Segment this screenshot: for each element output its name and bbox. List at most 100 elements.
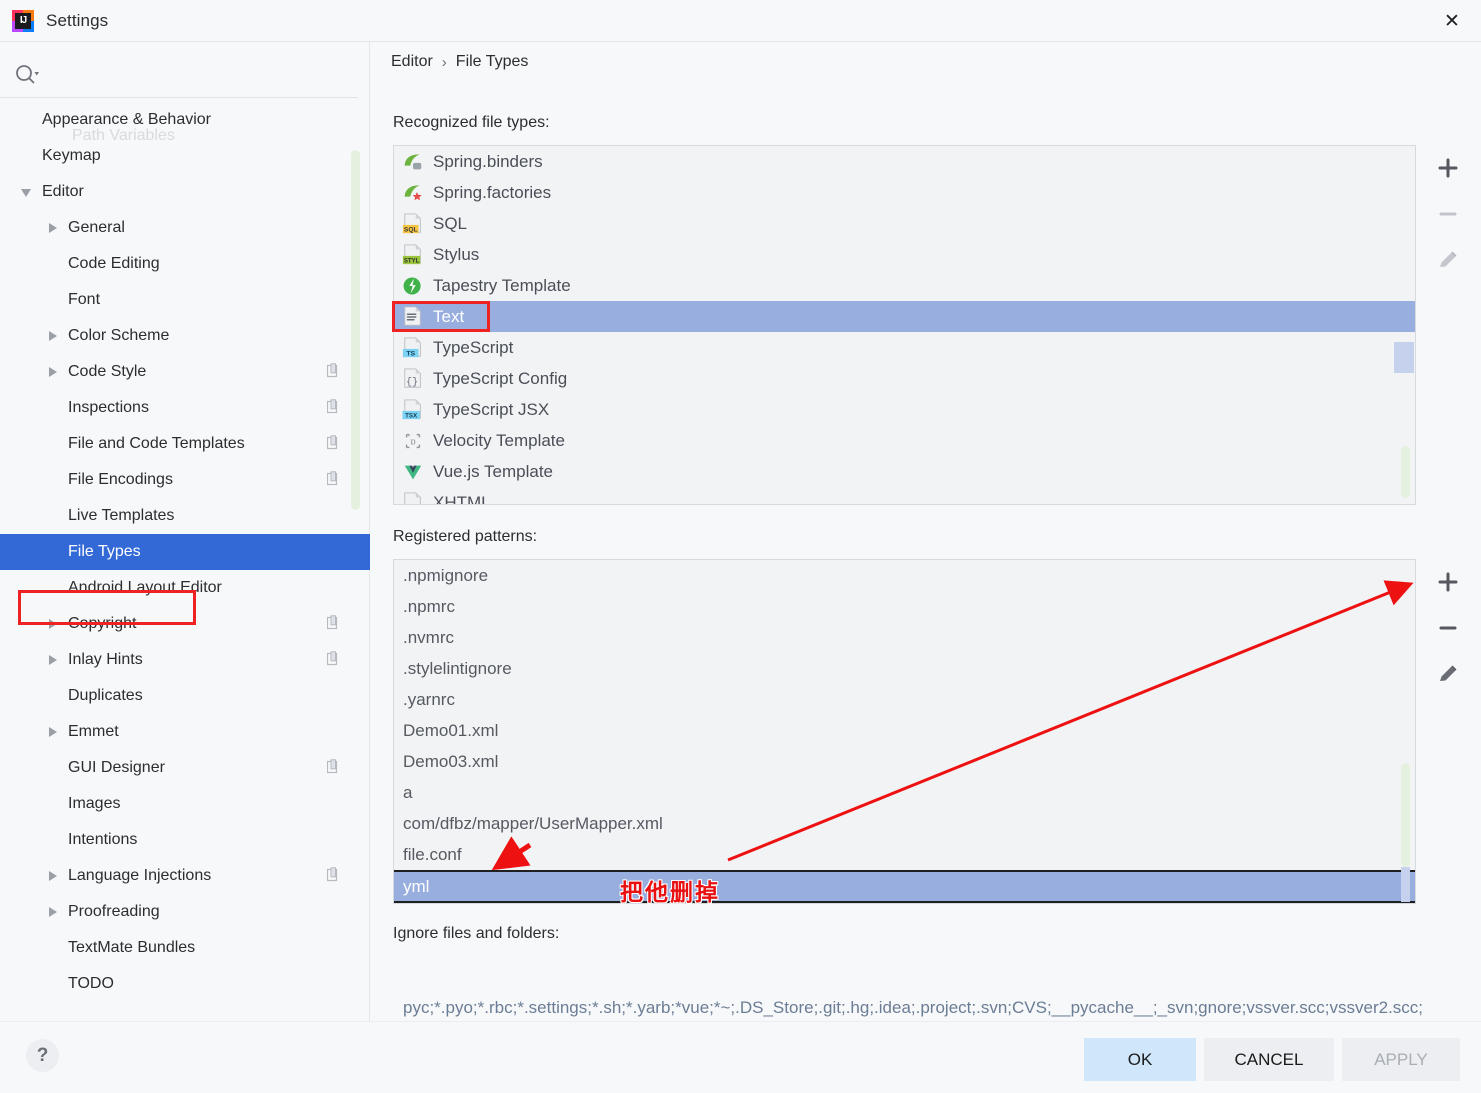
sidebar-item-color-scheme[interactable]: Color Scheme bbox=[0, 318, 370, 354]
chevron-right-icon[interactable] bbox=[44, 903, 62, 921]
pattern-row[interactable]: Demo03.xml bbox=[394, 746, 1415, 777]
pattern-value: .npmrc bbox=[403, 596, 455, 616]
sidebar-item-copyright[interactable]: Copyright bbox=[0, 606, 370, 642]
sidebar-item-appearance-behavior[interactable]: Appearance & Behavior bbox=[0, 102, 370, 138]
file-types-hscroll-thumb[interactable] bbox=[1394, 342, 1414, 373]
add-file-type-button[interactable] bbox=[1425, 145, 1471, 191]
file-type-row[interactable]: STYL Stylus bbox=[394, 239, 1415, 270]
sidebar-item-label: Code Editing bbox=[68, 255, 160, 272]
ignore-files-input[interactable] bbox=[401, 996, 1453, 1019]
chevron-right-icon[interactable] bbox=[44, 219, 62, 237]
dialog-footer: ? OK CANCEL APPLY CSDN @綠水長流*z bbox=[0, 1021, 1481, 1093]
sidebar-item-file-and-code-templates[interactable]: File and Code Templates bbox=[0, 426, 370, 462]
sidebar-item-gui-designer[interactable]: GUI Designer bbox=[0, 750, 370, 786]
file-type-row[interactable]: {} TypeScript Config bbox=[394, 363, 1415, 394]
chevron-right-icon[interactable] bbox=[44, 327, 62, 345]
pattern-row[interactable]: file.conf bbox=[394, 839, 1415, 870]
patterns-scrollbar-blue[interactable] bbox=[1401, 867, 1410, 902]
copy-settings-icon[interactable] bbox=[326, 435, 342, 450]
pattern-row[interactable]: .yarnrc bbox=[394, 684, 1415, 715]
file-type-row[interactable]: ́ɒ Velocity Template bbox=[394, 425, 1415, 456]
sidebar-item-code-editing[interactable]: Code Editing bbox=[0, 246, 370, 282]
file-type-row[interactable]: Vue.js Template bbox=[394, 456, 1415, 487]
sidebar-item-code-style[interactable]: Code Style bbox=[0, 354, 370, 390]
apply-button[interactable]: APPLY bbox=[1342, 1038, 1460, 1081]
add-pattern-button[interactable] bbox=[1425, 559, 1471, 605]
sidebar-item-file-encodings[interactable]: File Encodings bbox=[0, 462, 370, 498]
ignore-files-label: Ignore files and folders: bbox=[393, 925, 560, 942]
search-input[interactable] bbox=[40, 66, 330, 85]
file-type-row[interactable]: SQL SQL bbox=[394, 208, 1415, 239]
sidebar-item-inlay-hints[interactable]: Inlay Hints bbox=[0, 642, 370, 678]
sidebar-item-label: Emmet bbox=[68, 723, 119, 740]
edit-pattern-button[interactable] bbox=[1425, 651, 1471, 697]
file-type-row[interactable]: Text bbox=[394, 301, 1415, 332]
pattern-row[interactable]: .stylelintignore bbox=[394, 653, 1415, 684]
copy-settings-icon[interactable] bbox=[326, 867, 342, 882]
sidebar-item-proofreading[interactable]: Proofreading bbox=[0, 894, 370, 930]
pattern-value: a bbox=[403, 782, 413, 802]
sidebar-item-editor[interactable]: Editor bbox=[0, 174, 370, 210]
sidebar-item-keymap[interactable]: Keymap bbox=[0, 138, 370, 174]
copy-settings-icon[interactable] bbox=[326, 651, 342, 666]
copy-settings-icon[interactable] bbox=[326, 471, 342, 486]
sidebar-item-duplicates[interactable]: Duplicates bbox=[0, 678, 370, 714]
sidebar-item-file-types[interactable]: File Types bbox=[0, 534, 370, 570]
chevron-right-icon[interactable] bbox=[44, 615, 62, 633]
file-type-name: TypeScript bbox=[433, 337, 514, 357]
pattern-row[interactable]: yml bbox=[394, 870, 1415, 903]
copy-settings-icon[interactable] bbox=[326, 399, 342, 414]
sidebar-item-images[interactable]: Images bbox=[0, 786, 370, 822]
file-type-row[interactable]: Spring.binders bbox=[394, 146, 1415, 177]
file-type-row[interactable]: Spring.factories bbox=[394, 177, 1415, 208]
settings-tree[interactable]: Path Variables Appearance & Behavior Keym… bbox=[0, 102, 370, 1020]
copy-settings-icon[interactable] bbox=[326, 615, 342, 630]
remove-pattern-button[interactable] bbox=[1425, 605, 1471, 651]
pattern-row[interactable]: Demo01.xml bbox=[394, 715, 1415, 746]
pattern-row[interactable]: .npmignore bbox=[394, 560, 1415, 591]
sidebar-item-general[interactable]: General bbox=[0, 210, 370, 246]
help-button[interactable]: ? bbox=[26, 1039, 59, 1072]
chevron-right-icon[interactable] bbox=[44, 651, 62, 669]
pattern-row[interactable]: .nvmrc bbox=[394, 622, 1415, 653]
svg-text:TSX: TSX bbox=[405, 412, 418, 419]
recognized-file-types-list[interactable]: Spring.binders Spring.factories SQL SQL STYL… bbox=[393, 145, 1416, 505]
pattern-row[interactable]: a bbox=[394, 777, 1415, 808]
patterns-scrollbar-green[interactable] bbox=[1401, 763, 1410, 867]
chevron-right-icon[interactable] bbox=[44, 363, 62, 381]
edit-file-type-button[interactable] bbox=[1425, 237, 1471, 283]
sidebar-item-inspections[interactable]: Inspections bbox=[0, 390, 370, 426]
velocity-template-icon: ́ɒ bbox=[401, 430, 425, 452]
registered-patterns-list[interactable]: .npmignore .npmrc .nvmrc .stylelintignore .y… bbox=[393, 559, 1416, 904]
chevron-right-icon[interactable] bbox=[44, 723, 62, 741]
chevron-right-icon[interactable] bbox=[44, 867, 62, 885]
file-type-row[interactable]: TS TypeScript bbox=[394, 332, 1415, 363]
sidebar-item-font[interactable]: Font bbox=[0, 282, 370, 318]
pattern-row[interactable]: .npmrc bbox=[394, 591, 1415, 622]
sidebar-item-todo[interactable]: TODO bbox=[0, 966, 370, 1002]
search-icon[interactable] bbox=[14, 63, 40, 89]
cancel-button[interactable]: CANCEL bbox=[1204, 1038, 1334, 1081]
sidebar-item-live-templates[interactable]: Live Templates bbox=[0, 498, 370, 534]
pattern-row[interactable]: com/dfbz/mapper/UserMapper.xml bbox=[394, 808, 1415, 839]
copy-settings-icon[interactable] bbox=[326, 759, 342, 774]
file-type-row[interactable]: Tapestry Template bbox=[394, 270, 1415, 301]
pattern-value: Demo03.xml bbox=[403, 751, 499, 771]
file-type-row[interactable]: XHTML bbox=[394, 487, 1415, 504]
remove-file-type-button[interactable] bbox=[1425, 191, 1471, 237]
sidebar-item-label: Appearance & Behavior bbox=[42, 111, 211, 128]
sidebar-item-intentions[interactable]: Intentions bbox=[0, 822, 370, 858]
sidebar-item-android-layout-editor[interactable]: Android Layout Editor bbox=[0, 570, 370, 606]
sidebar-item-language-injections[interactable]: Language Injections bbox=[0, 858, 370, 894]
file-type-row[interactable]: TSX TypeScript JSX bbox=[394, 394, 1415, 425]
copy-settings-icon[interactable] bbox=[326, 363, 342, 378]
chevron-down-icon[interactable] bbox=[18, 183, 36, 201]
close-icon[interactable]: ✕ bbox=[1423, 0, 1481, 42]
sidebar-item-textmate-bundles[interactable]: TextMate Bundles bbox=[0, 930, 370, 966]
ok-button[interactable]: OK bbox=[1084, 1038, 1196, 1081]
sidebar-item-label: File Encodings bbox=[68, 471, 173, 488]
file-types-scrollbar[interactable] bbox=[1401, 446, 1410, 498]
breadcrumb-parent[interactable]: Editor bbox=[391, 53, 433, 71]
sidebar-item-emmet[interactable]: Emmet bbox=[0, 714, 370, 750]
